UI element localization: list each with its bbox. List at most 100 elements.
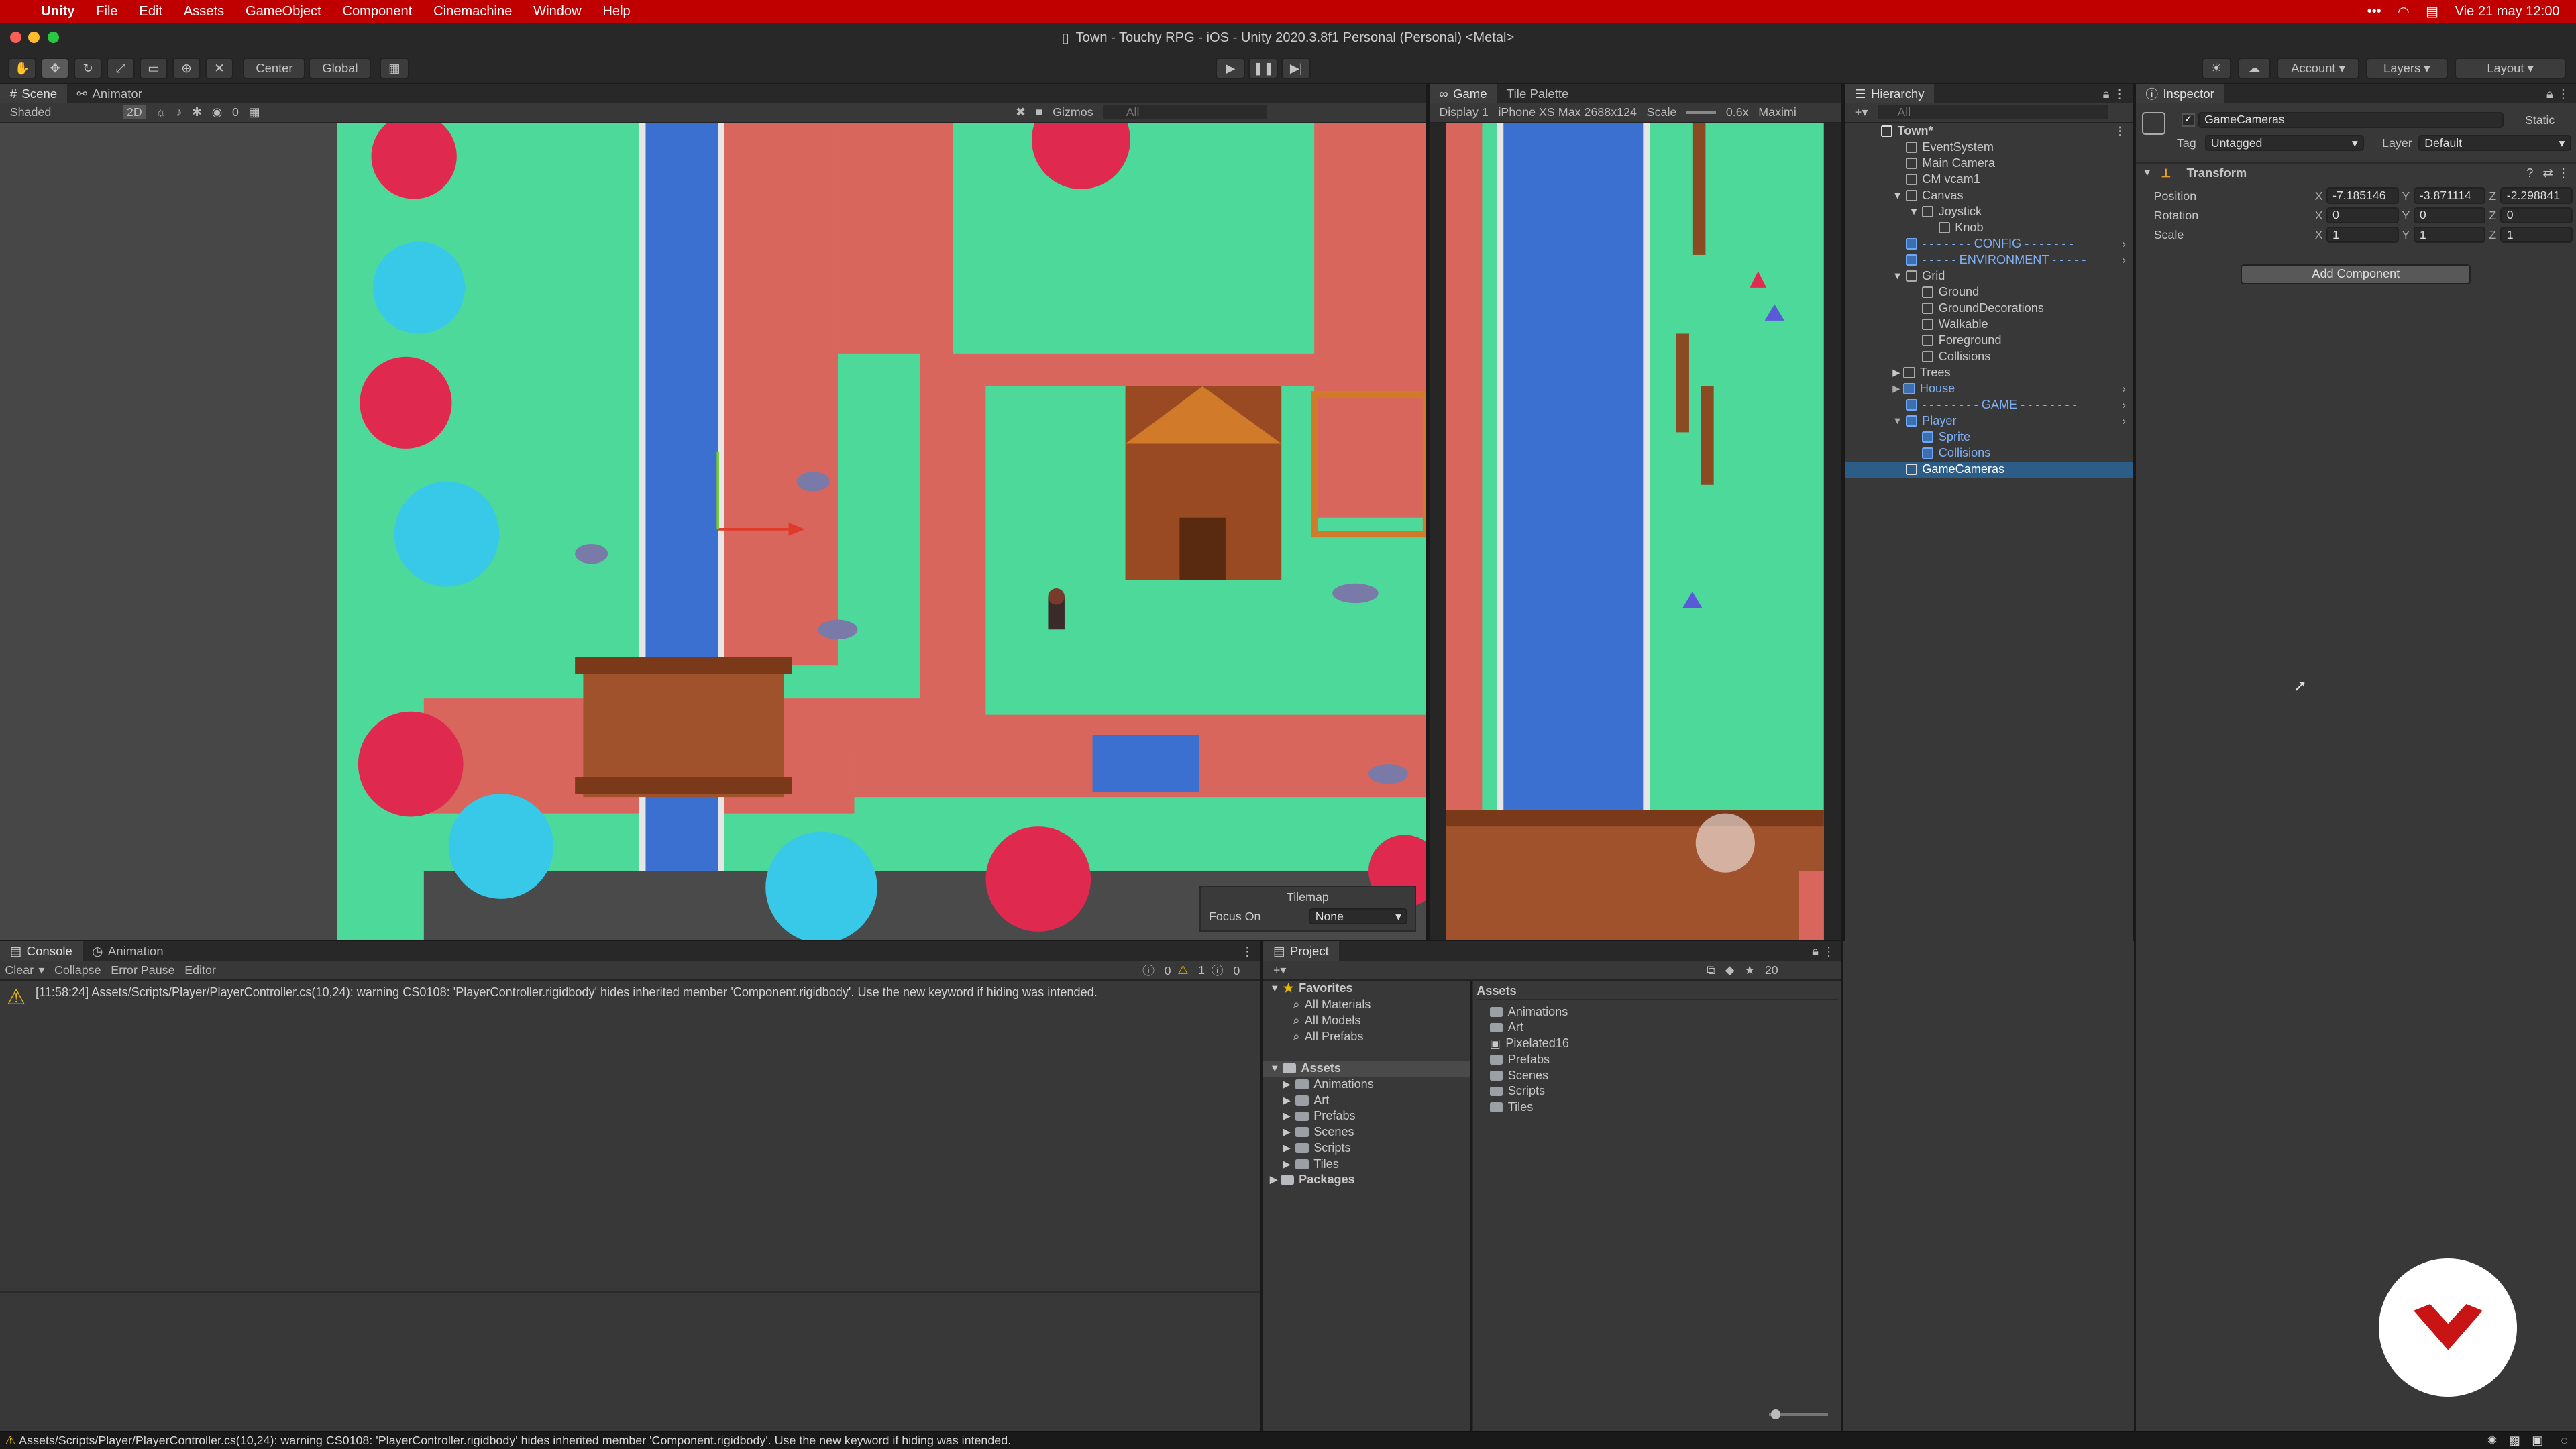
- expand-arrow-icon[interactable]: ▶: [1892, 367, 1900, 378]
- zoom-window-button[interactable]: [48, 31, 60, 43]
- grid-icon[interactable]: ▦: [249, 105, 260, 119]
- expand-arrow-icon[interactable]: ▼: [1892, 271, 1902, 282]
- maximize-toggle[interactable]: Maximi: [1758, 105, 1796, 119]
- expand-arrow-icon[interactable]: ▶: [1283, 1142, 1291, 1154]
- scale-slider[interactable]: [1686, 111, 1717, 115]
- more-options-icon[interactable]: ⋮: [2557, 87, 2570, 101]
- asset-item[interactable]: Prefabs: [1489, 1052, 1550, 1068]
- account-dropdown[interactable]: Account ▾: [2277, 57, 2359, 79]
- asset-item[interactable]: Scenes: [1489, 1067, 1548, 1083]
- progress-icon[interactable]: ▣: [2532, 1434, 2543, 1448]
- expand-arrow-icon[interactable]: ▶: [1892, 383, 1900, 394]
- editor-dropdown[interactable]: Editor: [184, 963, 216, 977]
- chevron-right-icon[interactable]: ›: [2122, 382, 2126, 396]
- layer-dropdown[interactable]: Default ▾: [2418, 134, 2571, 152]
- tab-animation[interactable]: ◷ Animation: [83, 941, 174, 961]
- close-window-button[interactable]: [9, 31, 21, 43]
- lighting-icon[interactable]: ☼: [155, 105, 166, 119]
- favorite-item[interactable]: ⌕ All Materials: [1293, 997, 1371, 1013]
- hierarchy-item[interactable]: Sprite: [1845, 429, 2133, 445]
- rotation-y-field[interactable]: 0: [2413, 207, 2486, 224]
- layout-dropdown[interactable]: Layout ▾: [2454, 57, 2567, 79]
- hierarchy-item-selected[interactable]: GameCameras: [1845, 461, 2133, 478]
- asset-item[interactable]: Art: [1489, 1020, 1523, 1036]
- rotation-x-field[interactable]: 0: [2326, 207, 2399, 224]
- menu-component[interactable]: Component: [343, 4, 413, 19]
- hierarchy-item[interactable]: ▼ Grid: [1845, 268, 2133, 284]
- cache-icon[interactable]: ▩: [2509, 1434, 2520, 1448]
- log-count[interactable]: ⓘ 0: [1142, 961, 1171, 979]
- scale-tool-button[interactable]: ⤢: [107, 57, 135, 79]
- hierarchy-item[interactable]: Ground: [1845, 284, 2133, 301]
- hand-tool-button[interactable]: ✋: [8, 57, 36, 79]
- minimize-window-button[interactable]: [28, 31, 40, 43]
- hierarchy-item[interactable]: - - - - - - - CONFIG - - - - - - - ›: [1845, 236, 2133, 252]
- expand-arrow-icon[interactable]: ▼: [1892, 416, 1902, 427]
- rotate-tool-button[interactable]: ↻: [74, 57, 102, 79]
- expand-arrow-icon[interactable]: ▶: [1283, 1126, 1291, 1138]
- pivot-center-toggle[interactable]: Center: [243, 57, 306, 79]
- lock-icon[interactable]: 🔒︎: [1812, 944, 1819, 959]
- chevron-down-icon[interactable]: ▾: [38, 963, 44, 977]
- tab-scene[interactable]: # Scene: [0, 83, 67, 104]
- menu-window[interactable]: Window: [533, 4, 581, 19]
- folder-item[interactable]: ▶ Art: [1283, 1092, 1330, 1108]
- menu-gameobject[interactable]: GameObject: [246, 4, 321, 19]
- hierarchy-item[interactable]: ▼ Canvas: [1845, 188, 2133, 204]
- custom-tool-button[interactable]: ✕: [205, 57, 233, 79]
- hierarchy-item[interactable]: - - - - - - - - GAME - - - - - - - - ›: [1845, 397, 2133, 413]
- camera-icon[interactable]: ■: [1036, 105, 1043, 119]
- effects-icon[interactable]: ✱: [192, 105, 202, 119]
- transform-header[interactable]: ▼ ⟂ Transform ? ⇄ ⋮: [2135, 162, 2576, 182]
- audio-icon[interactable]: ♪: [176, 105, 182, 119]
- game-viewport[interactable]: [1429, 123, 1842, 940]
- icon-size-slider-handle[interactable]: [1770, 1409, 1781, 1419]
- wifi-icon[interactable]: ◠: [2398, 3, 2410, 20]
- expand-arrow-icon[interactable]: ▼: [1270, 983, 1280, 994]
- chevron-right-icon[interactable]: ›: [2122, 398, 2126, 412]
- clear-button[interactable]: Clear: [5, 963, 34, 977]
- expand-arrow-icon[interactable]: ▶: [1283, 1159, 1291, 1170]
- lock-icon[interactable]: 🔒︎: [2546, 87, 2553, 101]
- hierarchy-item[interactable]: Collisions: [1845, 445, 2133, 462]
- asset-item[interactable]: ▣ Pixelated16: [1490, 1036, 1569, 1052]
- hierarchy-item[interactable]: Walkable: [1845, 317, 2133, 333]
- focus-on-dropdown[interactable]: None ▾: [1309, 908, 1408, 925]
- tab-project[interactable]: ▤ Project: [1263, 941, 1339, 961]
- space-global-toggle[interactable]: Global: [309, 57, 372, 79]
- expand-arrow-icon[interactable]: ▶: [1283, 1110, 1291, 1122]
- folder-item[interactable]: ▶ Tiles: [1283, 1156, 1339, 1172]
- position-z-field[interactable]: -2.298841: [2500, 187, 2573, 204]
- more-options-icon[interactable]: ⋮: [2557, 166, 2569, 180]
- rotation-z-field[interactable]: 0: [2500, 207, 2573, 224]
- assets-root[interactable]: ▼ Assets: [1263, 1060, 1470, 1077]
- asset-item[interactable]: Scripts: [1489, 1083, 1545, 1099]
- folder-item[interactable]: ▶ Scripts: [1283, 1140, 1351, 1157]
- pause-button[interactable]: ❚❚: [1248, 57, 1279, 79]
- object-name-input[interactable]: GameCameras: [2198, 111, 2504, 128]
- tab-game[interactable]: ∞ Game: [1429, 83, 1497, 104]
- menu-cinemachine[interactable]: Cinemachine: [433, 4, 512, 19]
- hierarchy-item[interactable]: - - - - - ENVIRONMENT - - - - - ›: [1845, 252, 2133, 268]
- shading-dropdown[interactable]: Shaded: [10, 105, 52, 119]
- move-tool-button[interactable]: ✥: [41, 57, 69, 79]
- play-button[interactable]: ▶: [1216, 57, 1246, 79]
- hierarchy-item[interactable]: ▶ House ›: [1845, 381, 2133, 397]
- control-center-icon[interactable]: ▤: [2426, 3, 2438, 20]
- cloud-icon[interactable]: ☁: [2237, 57, 2271, 79]
- scale-y-field[interactable]: 1: [2413, 226, 2486, 244]
- layers-dropdown[interactable]: Layers ▾: [2365, 57, 2448, 79]
- more-options-icon[interactable]: ⋮: [2113, 87, 2126, 101]
- tab-inspector[interactable]: ⓘ Inspector: [2135, 83, 2224, 104]
- status-message[interactable]: Assets/Scripts/Player/PlayerController.c…: [19, 1434, 1011, 1448]
- filter-label-icon[interactable]: ◆: [1725, 963, 1735, 977]
- folder-item[interactable]: ▶ Prefabs: [1283, 1108, 1356, 1124]
- grid-snap-button[interactable]: ▦: [379, 57, 409, 79]
- folder-item[interactable]: ▶ Scenes: [1283, 1124, 1354, 1140]
- expand-arrow-icon[interactable]: ▶: [1283, 1079, 1291, 1090]
- app-menu[interactable]: Unity: [41, 4, 74, 19]
- tab-animator[interactable]: ⚯ Animator: [67, 84, 152, 103]
- preset-icon[interactable]: ⇄: [2542, 166, 2553, 180]
- hierarchy-item[interactable]: ▶ Trees: [1845, 365, 2133, 381]
- menu-assets[interactable]: Assets: [184, 4, 224, 19]
